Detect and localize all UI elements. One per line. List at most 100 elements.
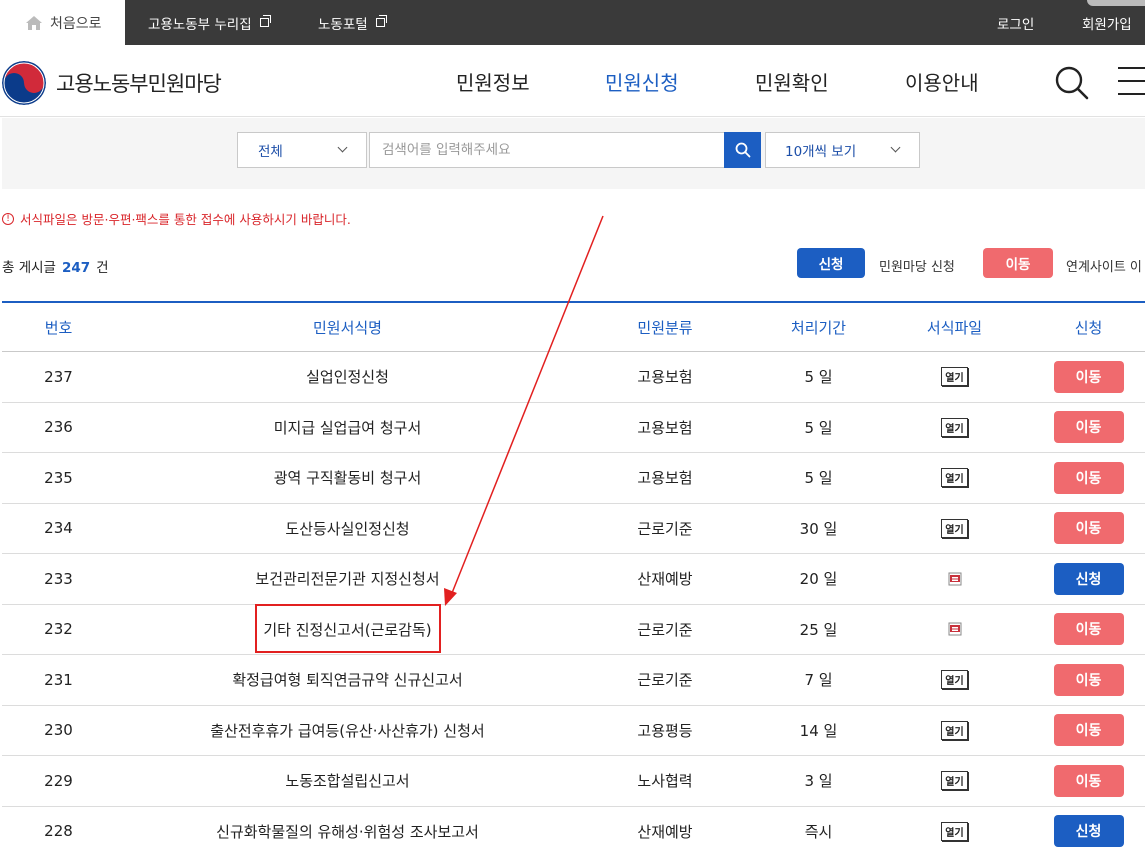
moel-site-label: 고용노동부 누리집: [148, 16, 252, 33]
move-button[interactable]: 이동: [1053, 663, 1124, 696]
form-name-link[interactable]: 확정급여형 퇴직연금규약 신규신고서: [115, 655, 580, 705]
open-file-button[interactable]: 열기: [941, 720, 968, 740]
row-category: 고용보험: [637, 469, 693, 488]
open-file-button[interactable]: 열기: [941, 367, 968, 387]
login-label: 로그인: [997, 16, 1035, 33]
chevron-down-icon: [890, 142, 901, 153]
row-form-file: 열기: [887, 655, 1022, 705]
header-form-name: 민원서식명: [312, 319, 382, 337]
open-file-button[interactable]: 열기: [941, 417, 968, 437]
nav-item-apply[interactable]: 민원신청: [605, 45, 679, 117]
row-category: 고용보험: [637, 418, 693, 437]
row-category: 산재예방: [637, 822, 693, 841]
table-row: 230 출산전후휴가 급여등(유산·사산휴가) 신청서 고용평등 14 일 열기 이동: [2, 706, 1145, 756]
total-number: 247: [61, 260, 91, 276]
row-action: 이동: [1022, 756, 1145, 806]
row-form-file: 열기: [887, 352, 1022, 402]
table-row: 228 신규화학물질의 유해성·위험성 조사보고서 산재예방 즉시 열기 신청: [2, 807, 1145, 856]
table-header: 번호 민원서식명 민원분류 처리기간 서식파일 신청: [2, 303, 1145, 352]
open-file-button[interactable]: 열기: [941, 771, 968, 791]
search-input[interactable]: [369, 132, 725, 168]
total-suffix: 건: [96, 260, 109, 276]
form-name-link[interactable]: 실업인정신청: [115, 352, 580, 402]
home-label: 처음으로: [50, 15, 102, 32]
login-link[interactable]: 로그인: [997, 0, 1034, 45]
form-name-link[interactable]: 신규화학물질의 유해성·위험성 조사보고서: [115, 807, 580, 856]
form-list-table: 번호 민원서식명 민원분류 처리기간 서식파일 신청 237 실업인정신청고용보험…: [2, 301, 1145, 856]
form-name-link[interactable]: 기타 진정신고서(근로감독): [115, 605, 580, 655]
row-action: 이동: [1022, 504, 1145, 554]
open-file-button[interactable]: 열기: [941, 821, 968, 841]
category-select-value: 전체: [258, 144, 283, 160]
chevron-down-icon: [337, 142, 348, 153]
category-select[interactable]: 전체: [237, 132, 367, 168]
form-name-link[interactable]: 도산등사실인정신청: [115, 504, 580, 554]
apply-button[interactable]: 신청: [1053, 815, 1124, 848]
header-apply: 신청: [1074, 319, 1103, 337]
window-edge: [1087, 0, 1145, 6]
row-number: 232: [44, 620, 73, 639]
moel-site-link[interactable]: 고용노동부 누리집: [148, 0, 271, 45]
move-button[interactable]: 이동: [1053, 714, 1124, 747]
hwp-file-icon[interactable]: [948, 622, 962, 636]
form-name-link[interactable]: 보건관리전문기관 지정신청서: [115, 554, 580, 604]
header-number: 번호: [44, 319, 73, 337]
row-period: 30 일: [799, 519, 838, 538]
row-period: 3 일: [804, 772, 833, 791]
row-action: 이동: [1022, 403, 1145, 453]
table-row: 232 기타 진정신고서(근로감독) 근로기준 25 일 이동: [2, 605, 1145, 655]
external-link-icon: [375, 15, 387, 27]
table-row: 235 광역 구직활동비 청구서 고용보험 5 일 열기 이동: [2, 453, 1145, 504]
row-period: 5 일: [804, 368, 833, 387]
move-button[interactable]: 이동: [1053, 461, 1124, 494]
row-number: 235: [44, 468, 73, 487]
row-category: 근로기준: [637, 671, 693, 690]
move-button[interactable]: 이동: [1053, 764, 1124, 797]
hwp-file-icon[interactable]: [948, 572, 962, 586]
page-size-select[interactable]: 10개씩 보기: [765, 132, 920, 168]
row-period: 5 일: [804, 418, 833, 437]
search-submit-button[interactable]: [724, 132, 761, 168]
row-form-file: 열기: [887, 453, 1022, 503]
move-button[interactable]: 이동: [1053, 360, 1124, 393]
top-utility-bar: 처음으로 고용노동부 누리집 노동포털 로그인 회원가입: [0, 0, 1145, 45]
open-file-button[interactable]: 열기: [941, 518, 968, 538]
form-name-link[interactable]: 광역 구직활동비 청구서: [115, 453, 580, 503]
row-period: 7 일: [804, 671, 833, 690]
notice-text: 서식파일은 방문·우편·팩스를 통한 접수에 사용하시기 바랍니다.: [20, 212, 351, 227]
info-circle-icon: !: [2, 212, 14, 225]
move-button[interactable]: 이동: [1053, 512, 1124, 545]
nav-item-info[interactable]: 민원정보: [456, 45, 530, 117]
row-number: 228: [44, 822, 73, 841]
form-file-notice: ! 서식파일은 방문·우편·팩스를 통한 접수에 사용하시기 바랍니다.: [2, 209, 351, 228]
search-icon[interactable]: [1052, 63, 1092, 103]
signup-link[interactable]: 회원가입: [1082, 0, 1132, 45]
form-name-link[interactable]: 출산전후휴가 급여등(유산·사산휴가) 신청서: [115, 706, 580, 756]
row-category: 고용평등: [637, 721, 693, 740]
move-button[interactable]: 이동: [1053, 411, 1124, 444]
row-form-file: [887, 554, 1022, 604]
move-button[interactable]: 이동: [1053, 613, 1124, 646]
open-file-button[interactable]: 열기: [941, 468, 968, 488]
home-link[interactable]: 처음으로: [0, 0, 125, 45]
form-name-link[interactable]: 노동조합설립신고서: [115, 756, 580, 806]
table-row: 234 도산등사실인정신청 근로기준 30 일 열기 이동: [2, 504, 1145, 554]
nav-item-guide[interactable]: 이용안내: [905, 45, 979, 117]
hamburger-menu-icon[interactable]: [1118, 67, 1145, 97]
row-period: 14 일: [799, 721, 838, 740]
row-number: 237: [44, 367, 73, 386]
site-logo[interactable]: 고용노동부민원마당: [2, 61, 222, 105]
nav-item-check[interactable]: 민원확인: [755, 45, 829, 117]
labor-portal-label: 노동포털: [318, 16, 368, 33]
signup-label: 회원가입: [1082, 16, 1132, 33]
row-form-file: 열기: [887, 403, 1022, 453]
row-number: 231: [44, 670, 73, 689]
form-name-link[interactable]: 미지급 실업급여 청구서: [115, 403, 580, 453]
row-number: 234: [44, 519, 73, 538]
labor-portal-link[interactable]: 노동포털: [318, 0, 387, 45]
row-action: 이동: [1022, 453, 1145, 503]
open-file-button[interactable]: 열기: [941, 670, 968, 690]
apply-button[interactable]: 신청: [1053, 562, 1124, 595]
row-number: 229: [44, 771, 73, 790]
row-form-file: 열기: [887, 807, 1022, 856]
